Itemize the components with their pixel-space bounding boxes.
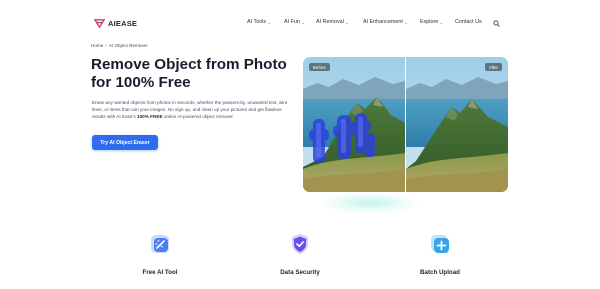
- before-after-compare[interactable]: Before After: [303, 57, 508, 192]
- page-title: Remove Object from Photo for 100% Free: [91, 56, 287, 91]
- breadcrumb-home[interactable]: Home: [91, 43, 103, 48]
- hero-description: Erase any wanted objects from photos in …: [92, 99, 294, 121]
- description-text-end: online AI-powered object remover.: [162, 114, 234, 120]
- chevron-down-icon: ⌄: [439, 19, 444, 25]
- shield-check-icon: [292, 234, 308, 254]
- landscape-after-image: [406, 57, 508, 192]
- breadcrumb-current: AI Object Remover: [108, 43, 148, 48]
- breadcrumb: Home» AI Object Remover: [91, 43, 148, 48]
- nav-explore[interactable]: Explore ⌄: [420, 19, 443, 25]
- feature-batch-upload: Batch Upload: [380, 232, 500, 276]
- chevron-down-icon: ⌄: [267, 19, 271, 25]
- nav-label: AI Enhancement: [363, 19, 403, 25]
- nav-label: AI Fun: [284, 19, 300, 25]
- nav-label: Contact Us: [455, 19, 482, 25]
- nav-ai-tools[interactable]: AI Tools ⌄: [247, 19, 271, 25]
- brand-name: AIEASE: [108, 19, 138, 28]
- decorative-glow: [320, 192, 420, 214]
- breadcrumb-separator: »: [104, 43, 108, 48]
- feature-label: Free AI Tool: [142, 269, 178, 276]
- landscape-before-image: [303, 57, 405, 192]
- feature-label: Batch Upload: [420, 269, 460, 276]
- feature-free-ai-tool: Free AI Tool: [100, 232, 220, 276]
- nav-ai-removal[interactable]: AI Removal ⌄: [316, 19, 349, 25]
- nav-ai-enhancement[interactable]: AI Enhancement ⌄: [363, 19, 408, 25]
- feature-data-security: Data Security: [240, 232, 360, 276]
- search-icon[interactable]: [493, 20, 500, 27]
- nav-label: AI Removal: [316, 19, 344, 25]
- nav-ai-fun[interactable]: AI Fun ⌄: [284, 19, 305, 25]
- chevron-down-icon: ⌄: [345, 19, 349, 25]
- chevron-down-icon: ⌄: [301, 19, 305, 25]
- nav-label: Explore: [420, 19, 439, 25]
- site-header: AIEASE AI Tools ⌄ AI Fun ⌄ AI Removal ⌄ …: [0, 0, 600, 46]
- before-image: Before: [303, 57, 405, 192]
- feature-label: Data Security: [280, 269, 320, 276]
- brand-logo[interactable]: AIEASE: [94, 18, 137, 29]
- chevron-down-icon: ⌄: [404, 19, 408, 25]
- try-object-eraser-button[interactable]: Try AI Object Eraser: [92, 135, 158, 150]
- after-image: After: [406, 57, 508, 192]
- nav-label: AI Tools: [247, 19, 267, 25]
- plus-layers-icon: [431, 235, 449, 253]
- before-badge: Before: [309, 63, 330, 71]
- logo-icon: [94, 19, 105, 29]
- nav-contact-us[interactable]: Contact Us: [455, 19, 482, 25]
- description-highlight: 100% FREE: [137, 114, 163, 120]
- magic-wand-icon: [151, 235, 169, 253]
- after-badge: After: [484, 63, 502, 71]
